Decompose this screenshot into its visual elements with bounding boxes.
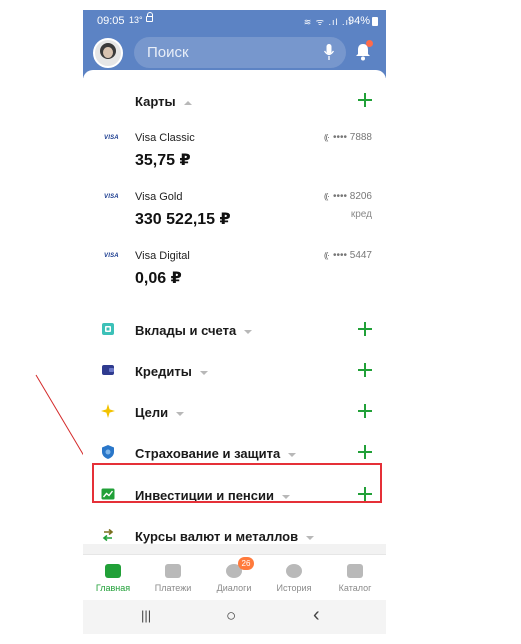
status-time: 09:05 (97, 15, 125, 27)
visa-logo: VISA (104, 253, 119, 259)
tab-label: Платежи (154, 583, 192, 593)
cards-section-title: Карты (135, 94, 176, 109)
account-balance: 330 522,15 ₽ (135, 211, 231, 228)
account-type-label: кред (350, 209, 372, 220)
star-icon (101, 404, 115, 418)
tab-label: Каталог (338, 583, 372, 593)
add-insurance-button[interactable] (358, 445, 372, 459)
nfc-icon: ((· (323, 251, 330, 260)
tab-label: История (276, 583, 312, 593)
shield-icon (102, 445, 114, 459)
tab-label: Главная (95, 583, 131, 593)
tab-label: Диалоги (216, 583, 252, 593)
tab-home[interactable]: Главная (83, 555, 143, 601)
account-balance: 0,06 ₽ (135, 270, 182, 287)
nfc-icon: ((· (323, 192, 330, 201)
account-number: ((· •••• 5447 (323, 250, 372, 261)
tab-payments[interactable]: Платежи (143, 555, 203, 601)
add-credit-button[interactable] (358, 363, 372, 377)
status-bar: 09:05 13° ≋ ᯤ .ıl .ıl 94% (83, 10, 386, 34)
account-name: Visa Classic (135, 132, 195, 144)
payments-icon (165, 564, 181, 578)
tab-catalog[interactable]: Каталог (325, 555, 385, 601)
add-card-button[interactable] (358, 93, 372, 107)
mic-icon[interactable] (324, 44, 334, 60)
history-icon (286, 564, 302, 578)
notification-dot (366, 40, 373, 47)
cards-section-header[interactable]: Карты (135, 94, 192, 109)
tab-history[interactable]: История (264, 555, 324, 601)
lock-icon (146, 12, 153, 22)
chevron-down-icon (176, 411, 185, 416)
chevron-up-icon (183, 100, 192, 105)
visa-logo: VISA (104, 194, 119, 200)
tab-dialogs[interactable]: 26 Диалоги (204, 555, 264, 601)
signal-icons: ≋ ᯤ .ıl .ıl (303, 17, 352, 27)
phone-screen: 09:05 13° ≋ ᯤ .ıl .ıl 94% Поиск Карты VI… (83, 10, 386, 634)
deposit-icon (102, 323, 114, 335)
recent-apps-button[interactable]: ||| (141, 608, 151, 623)
account-name: Visa Digital (135, 250, 190, 262)
account-name: Visa Gold (135, 191, 183, 203)
add-goal-button[interactable] (358, 404, 372, 418)
visa-logo: VISA (104, 135, 119, 141)
avatar[interactable] (93, 38, 123, 68)
chevron-down-icon (288, 452, 297, 457)
add-deposit-button[interactable] (358, 322, 372, 336)
home-nav-button[interactable]: ○ (226, 606, 236, 626)
notifications-button[interactable] (354, 40, 373, 62)
account-balance: 35,75 ₽ (135, 152, 191, 169)
back-button[interactable]: ‹ (313, 604, 320, 627)
section-label: Кредиты (135, 364, 208, 379)
section-label: Цели (135, 405, 185, 420)
home-icon (105, 564, 121, 578)
battery-percent: 94% (347, 15, 370, 27)
section-label: Страхование и защита (135, 446, 297, 461)
system-nav-bar: ||| ○ ‹ (83, 600, 386, 634)
nfc-icon: ((· (323, 133, 330, 142)
chevron-down-icon (244, 329, 253, 334)
chevron-down-icon (199, 370, 208, 375)
account-number: ((· •••• 8206 (323, 191, 372, 202)
wallet-icon (102, 365, 114, 375)
section-label: Курсы валют и металлов (135, 529, 315, 544)
bottom-tab-bar: Главная Платежи 26 Диалоги История Катал… (83, 554, 386, 600)
account-number: ((· •••• 7888 (323, 132, 372, 143)
battery-icon (372, 17, 378, 26)
cart-icon (347, 564, 363, 578)
chevron-down-icon (306, 535, 315, 540)
section-label: Вклады и счета (135, 323, 253, 338)
unread-badge: 26 (238, 557, 254, 570)
annotation-highlight-box (92, 463, 382, 503)
search-input[interactable]: Поиск (134, 37, 346, 68)
status-temp: 13° (129, 15, 143, 25)
search-placeholder: Поиск (147, 44, 189, 61)
exchange-icon (102, 528, 114, 542)
